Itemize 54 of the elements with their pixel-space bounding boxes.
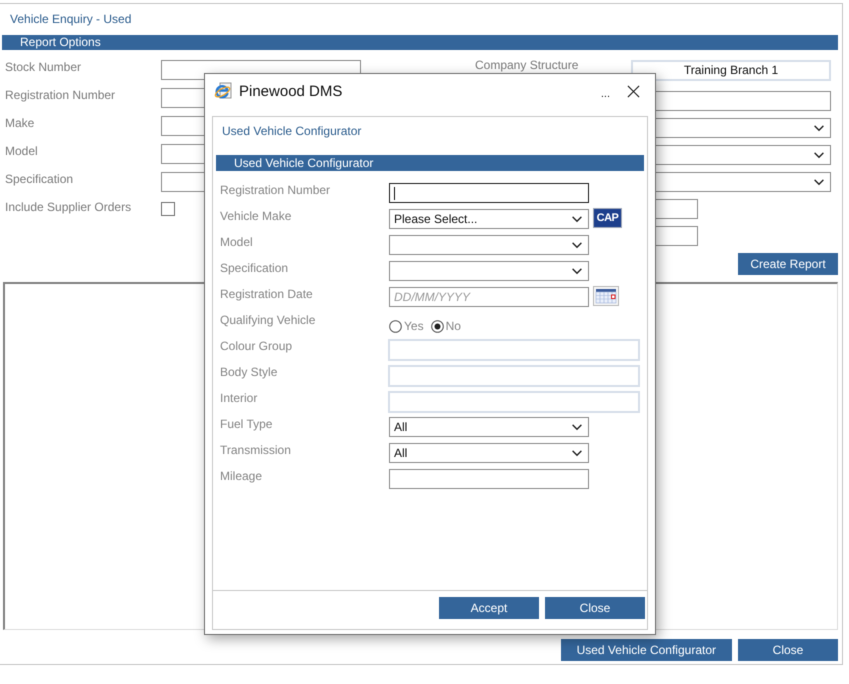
dialog-button[interactable]: Accept bbox=[439, 597, 539, 619]
chevron-icon bbox=[813, 178, 825, 186]
field-label: Vehicle Make bbox=[220, 209, 292, 223]
section-header: Used Vehicle Configurator bbox=[216, 155, 644, 171]
field-label: Stock Number bbox=[5, 60, 82, 74]
dropdown[interactable]: Please Select... bbox=[389, 209, 589, 229]
section-header: Report Options bbox=[2, 35, 838, 50]
field-label: Interior bbox=[220, 391, 258, 405]
field-label: Specification bbox=[220, 261, 290, 275]
field-label: Company Structure bbox=[475, 58, 580, 72]
chevron-icon bbox=[813, 124, 825, 132]
field-label: Model bbox=[220, 235, 254, 249]
dialog-button[interactable]: Close bbox=[545, 597, 645, 619]
radio-option[interactable]: No bbox=[430, 318, 461, 334]
radio-option[interactable]: Yes bbox=[389, 318, 424, 334]
field-label: Registration Number bbox=[5, 88, 116, 102]
cap-button[interactable]: CAP bbox=[593, 208, 622, 228]
chevron-icon bbox=[571, 242, 583, 248]
field-label: Make bbox=[5, 116, 36, 130]
field-label: Body Style bbox=[220, 365, 278, 379]
text-cursor-icon bbox=[394, 186, 395, 200]
footer-button[interactable]: Close bbox=[738, 639, 838, 661]
dialog-title: Pinewood DMS bbox=[239, 82, 342, 100]
field-label: Colour Group bbox=[220, 339, 294, 353]
field-label: Registration Date bbox=[220, 287, 314, 301]
page-title: Vehicle Enquiry - Used bbox=[9, 11, 132, 27]
close-icon[interactable] bbox=[627, 84, 640, 98]
field-label: Mileage bbox=[220, 469, 264, 483]
input-field[interactable] bbox=[389, 183, 589, 203]
field-label: Include Supplier Orders bbox=[5, 200, 132, 214]
dropdown[interactable]: All bbox=[389, 417, 589, 437]
dropdown[interactable] bbox=[389, 261, 589, 281]
chevron-icon bbox=[571, 450, 583, 456]
chevron-icon bbox=[813, 152, 825, 158]
more-button[interactable]: ... bbox=[600, 88, 610, 100]
app-icon bbox=[214, 82, 232, 100]
chevron-icon bbox=[571, 216, 583, 222]
chevron-icon bbox=[571, 424, 583, 430]
field-label: Transmission bbox=[220, 443, 292, 457]
field-label: Registration Number bbox=[220, 183, 332, 197]
field-label: Qualifying Vehicle bbox=[220, 313, 316, 327]
dialog-heading: Used Vehicle Configurator bbox=[221, 123, 362, 139]
field-label: Model bbox=[5, 144, 39, 158]
company-field[interactable]: Training Branch 1 bbox=[631, 60, 831, 81]
input-field[interactable] bbox=[389, 469, 589, 489]
footer-button[interactable]: Used Vehicle Configurator bbox=[560, 639, 732, 661]
chevron-icon bbox=[571, 268, 583, 274]
dropdown[interactable] bbox=[389, 235, 589, 255]
checkbox[interactable] bbox=[161, 202, 175, 216]
field-label: Fuel Type bbox=[220, 417, 274, 431]
calendar-icon[interactable] bbox=[593, 286, 619, 306]
field-label: Specification bbox=[5, 172, 74, 186]
dropdown[interactable]: All bbox=[389, 443, 589, 463]
create-report-button[interactable]: Create Report bbox=[738, 253, 838, 275]
